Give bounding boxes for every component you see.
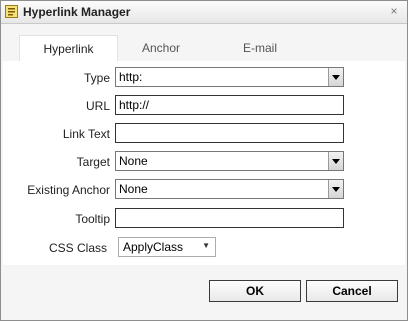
css-class-select-value: ApplyClass	[123, 240, 184, 254]
tab-hyperlink[interactable]: Hyperlink	[19, 35, 118, 62]
hyperlink-manager-dialog: Hyperlink Manager × Hyperlink Anchor E-m…	[0, 0, 408, 321]
title-bar[interactable]: Hyperlink Manager ×	[1, 1, 407, 24]
url-label: URL	[85, 99, 110, 113]
existing-anchor-select[interactable]: None	[115, 179, 344, 199]
tooltip-label: Tooltip	[75, 212, 110, 226]
css-class-label: CSS Class	[48, 241, 107, 255]
url-row: URL	[3, 95, 405, 117]
css-class-row: CSS Class ApplyClass ▼	[3, 237, 405, 259]
type-select[interactable]: http:	[115, 67, 344, 87]
link-text-row: Link Text	[3, 123, 405, 145]
target-select[interactable]: None	[115, 151, 344, 171]
link-text-label: Link Text	[62, 127, 110, 141]
dropdown-arrow-icon[interactable]	[328, 180, 343, 198]
hyperlink-panel: Type http: URL Link Text Target None	[3, 61, 405, 265]
type-select-value: http:	[119, 70, 143, 84]
tooltip-row: Tooltip	[3, 208, 405, 230]
cancel-button[interactable]: Cancel	[306, 280, 398, 302]
existing-anchor-row: Existing Anchor None	[3, 179, 405, 201]
dropdown-arrow-icon[interactable]	[328, 152, 343, 170]
dropdown-arrow-icon[interactable]	[328, 68, 343, 86]
tab-email[interactable]: E-mail	[204, 35, 316, 61]
tab-strip: Hyperlink Anchor E-mail	[19, 35, 316, 62]
link-text-input[interactable]	[115, 123, 344, 143]
css-class-select[interactable]: ApplyClass ▼	[118, 237, 216, 257]
target-row: Target None	[3, 151, 405, 173]
close-icon[interactable]: ×	[387, 4, 401, 18]
ok-button[interactable]: OK	[209, 280, 301, 302]
hyperlink-manager-icon	[5, 5, 18, 18]
type-row: Type http:	[3, 67, 405, 89]
target-select-value: None	[119, 154, 148, 168]
url-input[interactable]	[115, 95, 344, 115]
existing-anchor-label: Existing Anchor	[27, 183, 110, 197]
type-label: Type	[83, 71, 110, 85]
dropdown-arrow-icon: ▼	[202, 241, 210, 250]
tooltip-input[interactable]	[115, 208, 344, 228]
window-title: Hyperlink Manager	[23, 5, 131, 19]
target-label: Target	[76, 155, 110, 169]
tab-anchor[interactable]: Anchor	[118, 35, 204, 61]
existing-anchor-select-value: None	[119, 182, 148, 196]
